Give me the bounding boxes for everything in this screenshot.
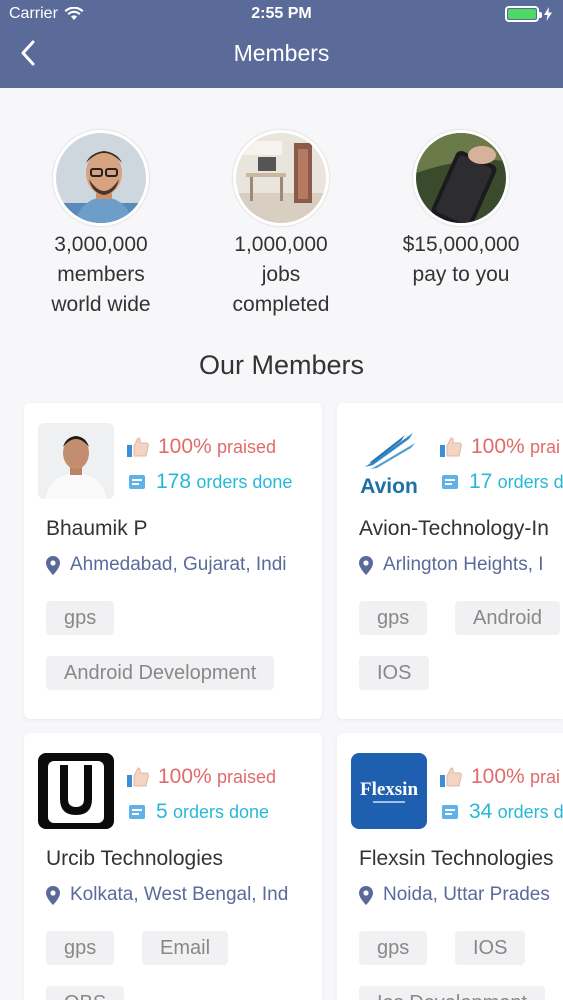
orders-value: 17 bbox=[469, 470, 493, 493]
skill-tag: Android bbox=[455, 601, 560, 635]
praised-value: 100% bbox=[471, 765, 525, 788]
skill-tag: gps bbox=[46, 931, 115, 965]
orders-metric: 17 orders d bbox=[439, 470, 563, 494]
thumbs-up-icon bbox=[127, 767, 149, 787]
thumbs-up-icon bbox=[440, 767, 462, 787]
location-pin-icon bbox=[46, 885, 60, 905]
location-text: Ahmedabad, Gujarat, Indi bbox=[70, 554, 287, 575]
orders-icon bbox=[442, 805, 458, 819]
skill-tag: gps bbox=[46, 601, 115, 635]
praised-value: 100% bbox=[158, 435, 212, 458]
orders-value: 178 bbox=[156, 470, 192, 493]
member-location: Noida, Uttar Prades bbox=[359, 884, 550, 906]
stat-label: pay to you bbox=[412, 263, 510, 286]
member-name: Bhaumik P bbox=[46, 517, 148, 540]
orders-value: 5 bbox=[156, 800, 168, 823]
orders-metric: 5 orders done bbox=[126, 800, 269, 824]
praised-label: prai bbox=[530, 437, 561, 457]
skill-tag: QBS bbox=[46, 986, 125, 1000]
skill-tag: gps bbox=[359, 931, 428, 965]
location-pin-icon bbox=[359, 885, 373, 905]
skill-tag: Email bbox=[142, 931, 229, 965]
praised-metric: 100% prai bbox=[439, 765, 560, 789]
praised-value: 100% bbox=[471, 435, 525, 458]
location-text: Arlington Heights, I bbox=[383, 554, 544, 575]
member-name: Avion-Technology-In bbox=[359, 517, 549, 540]
stat-label: world wide bbox=[51, 293, 151, 316]
member-card[interactable]: Flexsin 100% prai 34 orders d Flexsin Te… bbox=[337, 733, 563, 1000]
member-card[interactable]: 100% praised 5 orders done Urcib Technol… bbox=[24, 733, 322, 1000]
praised-label: prai bbox=[530, 767, 561, 787]
location-text: Kolkata, West Bengal, Ind bbox=[70, 884, 289, 905]
skill-tag: Ios Development bbox=[359, 986, 546, 1000]
member-location: Ahmedabad, Gujarat, Indi bbox=[46, 554, 287, 576]
location-pin-icon bbox=[359, 555, 373, 575]
navigation-bar: Carrier 2:55 PM Members bbox=[0, 0, 563, 88]
stat-pay: $15,000,000 pay to you bbox=[371, 130, 551, 290]
member-location: Arlington Heights, I bbox=[359, 554, 544, 576]
section-title: Our Members bbox=[198, 350, 365, 380]
praised-metric: 100% prai bbox=[439, 435, 560, 459]
member-name: Flexsin Technologies bbox=[359, 847, 554, 870]
skill-tag: IOS bbox=[359, 656, 430, 690]
location-pin-icon bbox=[46, 555, 60, 575]
member-avatar bbox=[38, 423, 114, 499]
page-title: Members bbox=[233, 40, 330, 66]
phone-photo-icon bbox=[413, 130, 509, 226]
logo-text: Flexsin bbox=[360, 779, 418, 800]
stat-value: $15,000,000 bbox=[402, 233, 520, 256]
orders-label: orders done bbox=[196, 472, 293, 492]
stat-label: jobs bbox=[261, 263, 301, 286]
location-text: Noida, Uttar Prades bbox=[383, 884, 550, 905]
workspace-photo-icon bbox=[233, 130, 329, 226]
stat-label: members bbox=[57, 263, 145, 286]
orders-label: orders done bbox=[172, 802, 270, 822]
praised-metric: 100% praised bbox=[126, 765, 276, 789]
member-logo: Flexsin bbox=[351, 753, 427, 829]
orders-metric: 34 orders d bbox=[439, 800, 563, 824]
orders-label: orders d bbox=[497, 472, 563, 492]
orders-icon bbox=[129, 805, 145, 819]
thumbs-up-icon bbox=[127, 437, 149, 457]
stat-value: 3,000,000 bbox=[54, 233, 148, 256]
praised-label: praised bbox=[217, 767, 277, 787]
thumbs-up-icon bbox=[440, 437, 462, 457]
battery-indicator bbox=[505, 6, 553, 22]
clock: 2:55 PM bbox=[251, 5, 312, 22]
member-name: Urcib Technologies bbox=[46, 847, 224, 870]
stat-members: 3,000,000 members world wide bbox=[11, 130, 191, 320]
member-card[interactable]: 100% praised 178 orders done Bhaumik P A… bbox=[24, 403, 322, 719]
praised-metric: 100% praised bbox=[126, 435, 276, 459]
member-logo: Avion bbox=[351, 423, 427, 499]
skill-tag: Android Development bbox=[46, 656, 275, 690]
orders-value: 34 bbox=[469, 800, 493, 823]
orders-metric: 178 orders done bbox=[126, 470, 292, 494]
skill-tag: IOS bbox=[455, 931, 526, 965]
charging-bolt-icon bbox=[544, 7, 552, 21]
praised-value: 100% bbox=[158, 765, 212, 788]
logo-text: Avion bbox=[360, 475, 418, 498]
orders-icon bbox=[129, 475, 145, 489]
battery-icon bbox=[505, 6, 542, 22]
status-bar: Carrier 2:55 PM bbox=[0, 0, 563, 28]
praised-label: praised bbox=[217, 437, 277, 457]
stat-value: 1,000,000 bbox=[234, 233, 328, 256]
member-logo bbox=[38, 753, 114, 829]
stat-jobs: 1,000,000 jobs completed bbox=[191, 130, 371, 320]
member-card[interactable]: Avion 100% prai 17 orders d Avion-Techno… bbox=[337, 403, 563, 719]
member-location: Kolkata, West Bengal, Ind bbox=[46, 884, 288, 906]
orders-label: orders d bbox=[497, 802, 563, 822]
orders-icon bbox=[442, 475, 458, 489]
person-photo-icon bbox=[53, 130, 149, 226]
stat-label: completed bbox=[232, 293, 330, 316]
skill-tag: gps bbox=[359, 601, 428, 635]
